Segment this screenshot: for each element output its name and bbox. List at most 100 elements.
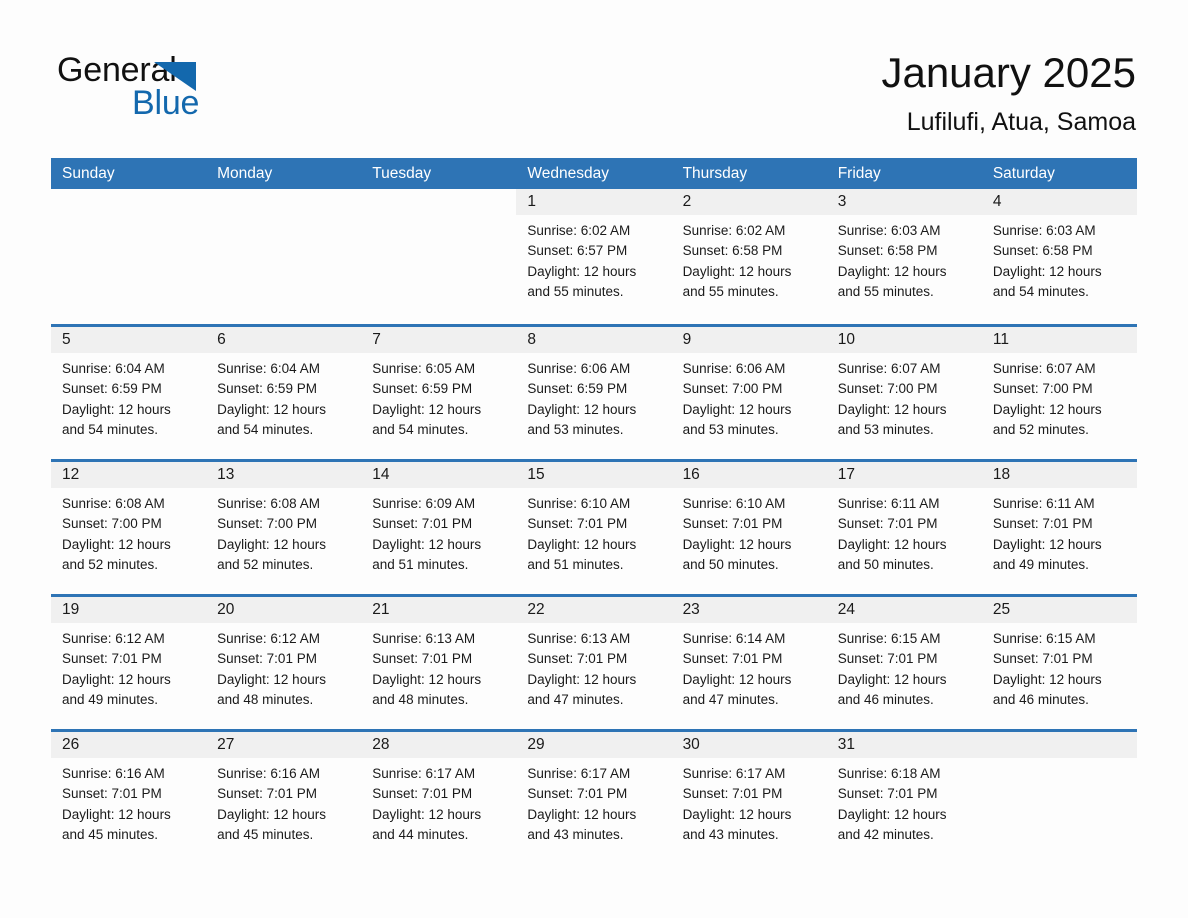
- sunrise-text: Sunrise: 6:05 AM: [372, 361, 476, 376]
- calendar-day-cell[interactable]: 22 Sunrise: 6:13 AM Sunset: 7:01 PM Dayligh…: [516, 597, 672, 729]
- calendar-day-cell[interactable]: 15 Sunrise: 6:10 AM Sunset: 7:01 PM Dayligh…: [516, 462, 672, 594]
- day-details: Sunrise: 6:10 AM Sunset: 7:01 PM Daylight:…: [516, 488, 671, 575]
- calendar-week-row: 1 Sunrise: 6:02 AM Sunset: 6:57 PM Daylight…: [51, 189, 1137, 324]
- calendar-day-cell[interactable]: 9 Sunrise: 6:06 AM Sunset: 7:00 PM Daylight…: [671, 327, 827, 459]
- calendar-day-cell[interactable]: 23 Sunrise: 6:14 AM Sunset: 7:01 PM Dayligh…: [671, 597, 827, 729]
- calendar-day-cell-empty: [361, 189, 517, 324]
- day-number-band: 9: [671, 327, 827, 353]
- general-blue-logo[interactable]: General Blue: [57, 50, 317, 122]
- sunset-text: Sunset: 6:59 PM: [62, 381, 162, 397]
- daylight-text: Daylight: 12 hours and 52 minutes.: [992, 401, 1102, 437]
- day-number-band: 17: [826, 462, 982, 488]
- day-details: Sunrise: 6:14 AM Sunset: 7:01 PM Daylight:…: [672, 623, 827, 710]
- daylight-text: Daylight: 12 hours and 54 minutes.: [217, 401, 326, 437]
- calendar-day-cell[interactable]: 7 Sunrise: 6:05 AM Sunset: 6:59 PM Daylight…: [361, 327, 517, 459]
- sunrise-text: Sunrise: 6:10 AM: [527, 496, 631, 511]
- day-details: Sunrise: 6:15 AM Sunset: 7:01 PM Daylight:…: [982, 623, 1137, 710]
- daylight-text: Daylight: 12 hours and 47 minutes.: [527, 671, 637, 707]
- calendar-day-cell[interactable]: 2 Sunrise: 6:02 AM Sunset: 6:58 PM Daylight…: [671, 189, 827, 324]
- calendar-weeks: 1 Sunrise: 6:02 AM Sunset: 6:57 PM Daylight…: [51, 189, 1137, 864]
- sunrise-text: Sunrise: 6:18 AM: [837, 766, 941, 781]
- day-number-band: 23: [671, 597, 827, 623]
- day-number-band: 11: [981, 327, 1137, 353]
- sunrise-text: Sunrise: 6:17 AM: [372, 766, 476, 781]
- calendar-day-cell[interactable]: 1 Sunrise: 6:02 AM Sunset: 6:57 PM Daylight…: [516, 189, 672, 324]
- day-number-band: 24: [826, 597, 982, 623]
- calendar-day-cell[interactable]: 12 Sunrise: 6:08 AM Sunset: 7:00 PM Dayligh…: [51, 462, 207, 594]
- calendar-day-cell[interactable]: 4 Sunrise: 6:03 AM Sunset: 6:58 PM Daylight…: [981, 189, 1137, 324]
- calendar-day-cell[interactable]: 24 Sunrise: 6:15 AM Sunset: 7:01 PM Dayligh…: [826, 597, 982, 729]
- sunrise-text: Sunrise: 6:06 AM: [682, 361, 786, 376]
- day-details: Sunrise: 6:08 AM Sunset: 7:00 PM Daylight:…: [51, 488, 206, 575]
- sunrise-text: Sunrise: 6:15 AM: [992, 631, 1096, 646]
- sunrise-text: Sunrise: 6:04 AM: [62, 361, 165, 376]
- weekday-header-wednesday: Wednesday: [527, 165, 609, 182]
- calendar-day-cell[interactable]: 16 Sunrise: 6:10 AM Sunset: 7:01 PM Dayligh…: [671, 462, 827, 594]
- day-details: Sunrise: 6:06 AM Sunset: 6:59 PM Daylight:…: [516, 353, 671, 440]
- day-number-band: 16: [671, 462, 827, 488]
- day-details: Sunrise: 6:04 AM Sunset: 6:59 PM Daylight:…: [206, 353, 361, 440]
- daylight-text: Daylight: 12 hours and 55 minutes.: [527, 263, 637, 299]
- calendar-week-row: 12 Sunrise: 6:08 AM Sunset: 7:00 PM Dayligh…: [51, 459, 1137, 594]
- daylight-text: Daylight: 12 hours and 45 minutes.: [62, 806, 171, 842]
- calendar-day-cell[interactable]: 21 Sunrise: 6:13 AM Sunset: 7:01 PM Dayligh…: [361, 597, 517, 729]
- calendar-day-cell-empty: [51, 189, 207, 324]
- calendar-day-cell[interactable]: 10 Sunrise: 6:07 AM Sunset: 7:00 PM Dayligh…: [826, 327, 982, 459]
- daylight-text: Daylight: 12 hours and 54 minutes.: [372, 401, 482, 437]
- calendar-day-cell[interactable]: 13 Sunrise: 6:08 AM Sunset: 7:00 PM Dayligh…: [206, 462, 362, 594]
- daylight-text: Daylight: 12 hours and 51 minutes.: [527, 536, 637, 572]
- calendar-day-cell[interactable]: 3 Sunrise: 6:03 AM Sunset: 6:58 PM Daylight…: [826, 189, 982, 324]
- day-number: 17: [837, 466, 855, 483]
- daylight-text: Daylight: 12 hours and 49 minutes.: [62, 671, 171, 707]
- calendar-day-cell[interactable]: 14 Sunrise: 6:09 AM Sunset: 7:01 PM Dayligh…: [361, 462, 517, 594]
- calendar-week-row: 26 Sunrise: 6:16 AM Sunset: 7:01 PM Dayligh…: [51, 729, 1137, 864]
- sunrise-text: Sunrise: 6:11 AM: [837, 496, 940, 511]
- calendar-day-cell-empty: [206, 189, 362, 324]
- calendar-day-cell[interactable]: 17 Sunrise: 6:11 AM Sunset: 7:01 PM Dayligh…: [826, 462, 982, 594]
- calendar-day-cell[interactable]: 8 Sunrise: 6:06 AM Sunset: 6:59 PM Daylight…: [516, 327, 672, 459]
- calendar-day-cell[interactable]: 31 Sunrise: 6:18 AM Sunset: 7:01 PM Dayligh…: [826, 732, 982, 864]
- day-number: 4: [992, 193, 1002, 210]
- day-number-band: 25: [981, 597, 1137, 623]
- calendar-day-cell[interactable]: 18 Sunrise: 6:11 AM Sunset: 7:01 PM Dayligh…: [981, 462, 1137, 594]
- calendar-day-cell[interactable]: 30 Sunrise: 6:17 AM Sunset: 7:01 PM Dayligh…: [671, 732, 827, 864]
- calendar-day-cell[interactable]: 28 Sunrise: 6:17 AM Sunset: 7:01 PM Dayligh…: [361, 732, 517, 864]
- calendar-day-cell[interactable]: 5 Sunrise: 6:04 AM Sunset: 6:59 PM Daylight…: [51, 327, 207, 459]
- day-details: Sunrise: 6:12 AM Sunset: 7:01 PM Daylight:…: [51, 623, 206, 710]
- day-number-band: 19: [51, 597, 207, 623]
- page-subtitle: Lufilufi, Atua, Samoa: [906, 108, 1136, 136]
- weekday-header-row: Sunday Monday Tuesday Wednesday Thursday…: [51, 158, 1137, 189]
- day-number: 11: [992, 331, 1009, 348]
- day-number: 5: [62, 331, 71, 348]
- sunset-text: Sunset: 7:00 PM: [837, 381, 938, 397]
- day-number: 23: [682, 601, 700, 618]
- calendar-day-cell[interactable]: 11 Sunrise: 6:07 AM Sunset: 7:00 PM Dayligh…: [981, 327, 1137, 459]
- calendar-day-cell[interactable]: 6 Sunrise: 6:04 AM Sunset: 6:59 PM Daylight…: [206, 327, 362, 459]
- day-number-band: 31: [826, 732, 982, 758]
- calendar-day-cell[interactable]: 27 Sunrise: 6:16 AM Sunset: 7:01 PM Dayligh…: [206, 732, 362, 864]
- day-details: Sunrise: 6:15 AM Sunset: 7:01 PM Daylight:…: [827, 623, 982, 710]
- daylight-text: Daylight: 12 hours and 42 minutes.: [837, 806, 947, 842]
- day-number-band: 6: [206, 327, 362, 353]
- calendar-day-cell[interactable]: 20 Sunrise: 6:12 AM Sunset: 7:01 PM Dayligh…: [206, 597, 362, 729]
- day-number-band: [981, 732, 1137, 758]
- sunset-text: Sunset: 7:01 PM: [682, 516, 783, 532]
- sunset-text: Sunset: 7:01 PM: [527, 786, 628, 802]
- daylight-text: Daylight: 12 hours and 46 minutes.: [992, 671, 1102, 707]
- day-number-band: 3: [826, 189, 982, 215]
- calendar-day-cell[interactable]: 25 Sunrise: 6:15 AM Sunset: 7:01 PM Dayligh…: [981, 597, 1137, 729]
- day-details: Sunrise: 6:17 AM Sunset: 7:01 PM Daylight:…: [672, 758, 827, 845]
- day-number-band: 26: [51, 732, 207, 758]
- daylight-text: Daylight: 12 hours and 52 minutes.: [217, 536, 326, 572]
- sunset-text: Sunset: 7:01 PM: [62, 786, 162, 802]
- sunset-text: Sunset: 6:59 PM: [217, 381, 317, 397]
- calendar-day-cell[interactable]: 26 Sunrise: 6:16 AM Sunset: 7:01 PM Dayligh…: [51, 732, 207, 864]
- calendar-day-cell[interactable]: 19 Sunrise: 6:12 AM Sunset: 7:01 PM Dayligh…: [51, 597, 207, 729]
- calendar-day-cell[interactable]: 29 Sunrise: 6:17 AM Sunset: 7:01 PM Dayligh…: [516, 732, 672, 864]
- sunset-text: Sunset: 6:59 PM: [372, 381, 473, 397]
- day-number-band: [361, 189, 516, 215]
- daylight-text: Daylight: 12 hours and 55 minutes.: [682, 263, 792, 299]
- day-number: 9: [682, 331, 692, 348]
- day-number-band: 21: [361, 597, 517, 623]
- weekday-header-sunday: Sunday: [62, 165, 115, 182]
